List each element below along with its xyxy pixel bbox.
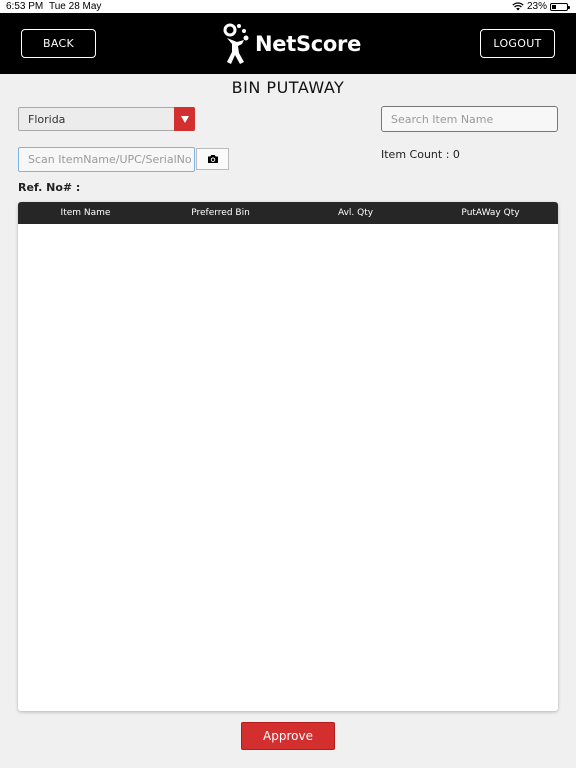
ref-no-label: Ref. No# : (18, 181, 81, 194)
search-item-input[interactable]: Search Item Name (381, 106, 558, 132)
app-header: BACK NetScore LOGOUT (0, 13, 576, 74)
status-date: Tue 28 May (49, 1, 102, 12)
status-bar: 6:53 PM Tue 28 May 23% (0, 0, 576, 13)
dropdown-arrow-icon[interactable] (174, 107, 195, 131)
netscore-logo: NetScore (222, 21, 361, 67)
location-select-value: Florida (28, 112, 66, 126)
status-time: 6:53 PM (6, 1, 44, 12)
scan-item-input[interactable]: Scan ItemName/UPC/SerialNo (18, 147, 195, 172)
logout-button[interactable]: LOGOUT (480, 29, 555, 58)
items-table: Item Name Preferred Bin Avl. Qty PutAWay… (18, 202, 558, 711)
logo-text: NetScore (255, 32, 362, 56)
camera-button[interactable] (196, 148, 229, 170)
battery-percent: 23% (526, 1, 547, 12)
page-title: BIN PUTAWAY (231, 78, 345, 97)
item-count: Item Count : 0 (381, 148, 460, 161)
column-header-avl-qty: Avl. Qty (337, 208, 374, 218)
column-header-item-name: Item Name (60, 208, 111, 218)
back-button[interactable]: BACK (21, 29, 96, 58)
column-header-preferred-bin: Preferred Bin (191, 208, 250, 218)
camera-icon (207, 155, 218, 163)
person-logo-icon (223, 23, 249, 64)
table-header: Item Name Preferred Bin Avl. Qty PutAWay… (18, 202, 558, 224)
location-select[interactable]: Florida (18, 107, 195, 131)
battery-icon (550, 2, 570, 11)
approve-button[interactable]: Approve (241, 722, 335, 750)
status-right: 23% (512, 1, 570, 12)
column-header-putaway-qty: PutAWay Qty (461, 208, 520, 218)
wifi-icon (512, 2, 524, 11)
